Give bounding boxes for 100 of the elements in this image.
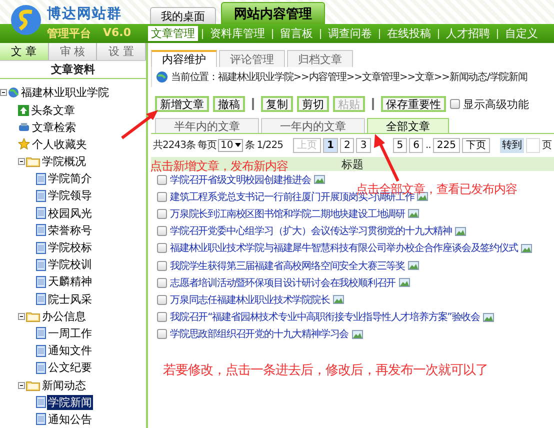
tree-item[interactable]: 个人收藏夹 — [31, 136, 88, 152]
page-button[interactable]: 2 — [340, 138, 354, 152]
page-position: 1/225 — [256, 140, 284, 150]
checkbox[interactable] — [157, 312, 167, 322]
content-tab[interactable]: 内容维护 — [151, 50, 217, 67]
tree-item[interactable]: 福建林业职业学院 — [20, 85, 110, 100]
breadcrumb: 当前位置：福建林业职业学院>>内容管理>>文章管理>>文章>>新闻动态/学院新闻 — [171, 70, 528, 84]
tree-item[interactable]: 学院新闻 — [47, 394, 93, 410]
article-link[interactable]: 我院召开“福建省园林技术专业中高职衔接专业指导性人才培养方案”验收会 — [170, 310, 480, 324]
sidebar-tab[interactable]: 文 章 — [0, 43, 49, 60]
page-button[interactable]: 5 — [392, 138, 408, 152]
document-icon — [36, 327, 46, 340]
article-link[interactable]: 万泉院长到江南校区图书馆和学院二期地块建设工地调研 — [170, 206, 406, 221]
collapse-icon[interactable] — [18, 158, 25, 166]
article-link[interactable]: 学院思政部组织召开党的十九大精神学习会 — [170, 327, 349, 342]
document-icon — [36, 413, 46, 426]
binoculars-icon — [18, 122, 30, 132]
page-button[interactable]: 3 — [356, 138, 371, 152]
goto-button[interactable]: 转到 — [500, 138, 524, 152]
checkbox[interactable] — [157, 208, 167, 219]
tree-item[interactable]: 办公信息 — [41, 308, 87, 324]
tree-item[interactable]: 一周工作 — [47, 326, 93, 341]
article-link[interactable]: 学院召开党委中心组学习（扩大）会议传达学习贯彻党的十九大精神 — [170, 224, 452, 238]
document-icon — [36, 344, 46, 357]
dropdown-caret-icon — [235, 143, 242, 147]
tree-item[interactable]: 头条文章 — [30, 102, 76, 118]
tree-item[interactable]: 学院领导 — [47, 188, 93, 204]
article-link[interactable]: 志愿者培训活动暨环保项目设计研讨会在我校顺利召开 — [170, 276, 396, 290]
tree-item[interactable]: 通知文件 — [47, 343, 93, 358]
article-link[interactable]: 学院召开省级文明校园创建推进会 — [170, 172, 312, 187]
sidebar-tab[interactable]: 审 核 — [48, 43, 98, 60]
filter-tab[interactable]: 半年内的文章 — [155, 118, 259, 133]
toolbar-button[interactable]: 新增文章 — [155, 96, 209, 112]
checkbox[interactable] — [157, 226, 167, 236]
page-ellipsis: .. — [425, 140, 431, 150]
up-arrow-icon — [18, 104, 29, 116]
page-button[interactable]: 225 — [432, 138, 460, 152]
annotation-text: 点击新增文章，发布新内容 — [150, 160, 288, 172]
document-icon — [36, 172, 46, 185]
article-link[interactable]: 万泉同志任福建林业职业技术学院院长 — [170, 292, 330, 307]
image-icon — [408, 209, 420, 218]
total-count: 共2243条 — [153, 138, 196, 152]
collapse-icon[interactable] — [0, 89, 7, 96]
filter-tab[interactable]: 一年内的文章 — [261, 118, 365, 133]
document-icon — [36, 362, 46, 374]
filter-tab[interactable]: 全部文章 — [367, 118, 449, 133]
tree-item[interactable]: 校园风光 — [47, 206, 93, 221]
globe-icon — [8, 87, 19, 98]
checkbox[interactable] — [157, 294, 167, 305]
nav-item[interactable]: 文章管理 — [148, 26, 198, 41]
article-link[interactable]: 福建林业职业技术学院与福建犀牛智慧科技有限公司举办校企合作座谈会及签约仪式 — [170, 241, 518, 256]
page-button[interactable]: 1 — [323, 138, 338, 152]
tree-item[interactable]: 学院概况 — [41, 154, 87, 170]
collapse-icon[interactable] — [18, 312, 25, 320]
star-icon — [18, 138, 30, 150]
page-input[interactable] — [526, 138, 540, 152]
page-unit: 页 — [542, 139, 552, 152]
checkbox[interactable] — [157, 278, 167, 288]
tree-item[interactable]: 公文纪要 — [47, 360, 93, 376]
article-link[interactable]: 我院学生获得第三届福建省高校网络空间安全大赛三等奖 — [170, 258, 406, 273]
version-label: V6.0 — [103, 26, 131, 41]
tree-item[interactable]: 天麟精神 — [47, 274, 93, 290]
toolbar-button[interactable]: 剪切 — [297, 96, 329, 112]
top-tab[interactable]: 我的桌面 — [150, 7, 216, 24]
collapse-icon[interactable] — [18, 382, 25, 389]
page-button[interactable]: 6 — [409, 138, 424, 152]
document-icon — [36, 258, 46, 271]
content-tab[interactable]: 归档文章 — [287, 50, 353, 67]
image-icon — [352, 330, 363, 339]
document-icon — [36, 190, 46, 202]
unit-label: 条 — [245, 139, 255, 152]
content-tab[interactable]: 评论管理 — [219, 50, 285, 67]
sidebar-tab[interactable]: 设 置 — [97, 43, 146, 60]
tree-item[interactable]: 荣誉称号 — [47, 222, 93, 238]
tree-item[interactable]: 学院校训 — [47, 257, 93, 272]
per-page-select[interactable]: 10 — [218, 138, 244, 152]
toolbar-button[interactable]: 撤稿 — [213, 96, 245, 112]
image-icon — [332, 295, 344, 304]
tree-item[interactable]: 新闻动态 — [41, 378, 87, 393]
checkbox[interactable] — [450, 99, 460, 109]
tree-item[interactable]: 学院校标 — [47, 240, 93, 256]
checkbox[interactable] — [157, 329, 167, 340]
checkbox[interactable] — [157, 174, 167, 185]
platform-label: 管理平台 — [47, 26, 91, 41]
tree-item[interactable]: 学院简介 — [47, 171, 93, 186]
image-icon — [408, 261, 420, 270]
checkbox[interactable] — [157, 192, 167, 202]
page-button[interactable]: 下页 — [462, 138, 490, 152]
toolbar-button[interactable]: 保存重要性 — [381, 96, 446, 112]
toolbar-button[interactable]: 复制 — [261, 96, 293, 112]
image-icon — [398, 278, 410, 288]
tree-item[interactable]: 通知公告 — [47, 412, 93, 427]
checkbox[interactable] — [157, 243, 167, 254]
arrow — [120, 108, 160, 140]
folder-icon — [26, 310, 40, 322]
checkbox[interactable] — [157, 260, 167, 271]
top-tab[interactable]: 网站内容管理 — [221, 2, 325, 24]
tree-item[interactable]: 院士风采 — [47, 292, 93, 307]
checkbox-label: 显示高级功能 — [463, 96, 529, 112]
tree-item[interactable]: 文章检索 — [31, 120, 77, 135]
